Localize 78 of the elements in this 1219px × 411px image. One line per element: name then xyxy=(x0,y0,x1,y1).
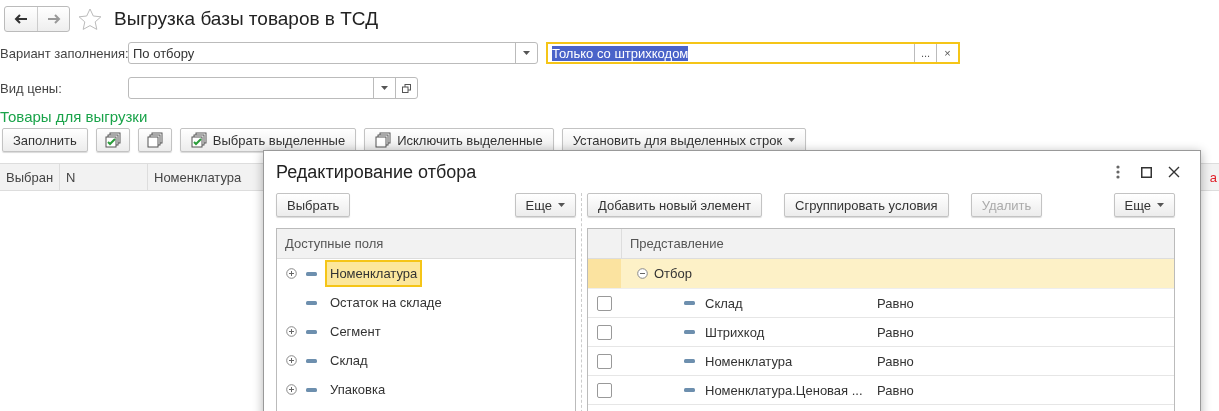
copies-icon xyxy=(375,132,392,148)
field-icon xyxy=(306,271,317,276)
more-menu-button[interactable]: Еще xyxy=(1113,193,1175,217)
dialog-button[interactable]: Сгруппировать условия xyxy=(784,193,949,217)
field-label: Вид цены: xyxy=(0,80,63,96)
toolbar-button[interactable]: Исключить выделенные xyxy=(364,128,554,152)
uncheck-all-button[interactable] xyxy=(137,128,172,152)
condition-type: Равно xyxy=(877,353,914,369)
tree-item[interactable]: Склад xyxy=(325,347,373,374)
tree-row[interactable]: Упаковка xyxy=(277,375,575,404)
filter-field[interactable]: Только со штрихкодом ... × xyxy=(546,42,960,64)
field-icon xyxy=(684,301,695,305)
group-label: Отбор xyxy=(654,266,692,281)
field-icon xyxy=(684,359,695,363)
collapse-icon[interactable] xyxy=(637,268,648,279)
field-icon xyxy=(306,329,317,334)
group-row[interactable]: Отбор xyxy=(588,259,1174,289)
check-all-button[interactable] xyxy=(95,128,130,152)
dialog-button[interactable]: Выбрать xyxy=(276,193,351,217)
star-icon[interactable] xyxy=(78,7,102,31)
toolbar-button[interactable]: Заполнить xyxy=(2,128,88,152)
forward-arrow-icon xyxy=(46,14,61,24)
tree-row[interactable]: Номенклатура xyxy=(277,259,575,288)
expand-icon[interactable] xyxy=(286,326,297,337)
field-icon xyxy=(684,388,695,392)
open-icon xyxy=(402,83,411,93)
select-button[interactable]: ... xyxy=(914,44,936,62)
clear-button[interactable]: × xyxy=(936,44,958,62)
window-title: Выгрузка базы товаров в ТСД xyxy=(114,8,378,30)
checkbox[interactable] xyxy=(597,382,612,398)
section-title: Товары для выгрузки xyxy=(0,108,149,125)
field-label: Вариант заполнения: xyxy=(0,45,128,61)
condition-field: Штрихкод xyxy=(695,324,877,340)
toolbar-button[interactable]: Установить для выделенных строк xyxy=(561,128,807,152)
more-menu-button[interactable]: Еще xyxy=(514,193,576,217)
expand-icon[interactable] xyxy=(286,268,297,279)
tree-row[interactable]: Остаток на складе xyxy=(277,288,575,317)
caret-icon xyxy=(558,203,565,207)
checkbox[interactable] xyxy=(597,295,612,311)
tree-row[interactable]: Сегмент xyxy=(277,317,575,346)
condition-field: Номенклатура xyxy=(695,353,877,369)
caret-icon xyxy=(788,138,796,142)
condition-field: Склад xyxy=(695,295,877,311)
column-header[interactable]: Выбран xyxy=(0,164,60,190)
tree-row[interactable]: Склад xyxy=(277,346,575,375)
tree-item[interactable]: Остаток на складе xyxy=(325,289,447,316)
field-icon xyxy=(306,387,317,392)
expand-icon[interactable] xyxy=(286,384,297,395)
toolbar-button[interactable]: Выбрать выделенные xyxy=(179,128,357,152)
fill-variant-field[interactable]: По отбору xyxy=(128,42,538,64)
column-header: Доступные поля xyxy=(284,235,385,253)
field-icon xyxy=(306,300,317,305)
maximize-icon xyxy=(1140,166,1152,178)
column-header[interactable]: N xyxy=(60,164,148,190)
tree-item[interactable]: Упаковка xyxy=(325,376,391,403)
checked-copies-icon xyxy=(190,132,207,148)
close-icon xyxy=(1168,166,1180,178)
condition-type: Равно xyxy=(877,382,914,398)
column-header: Представление xyxy=(629,235,725,253)
field-icon xyxy=(306,358,317,363)
field-icon xyxy=(684,330,695,334)
copies-icon xyxy=(146,132,163,148)
expand-icon[interactable] xyxy=(286,355,297,366)
dialog-button[interactable]: Добавить новый элемент xyxy=(587,193,763,217)
condition-field: Номенклатура.Ценовая ... xyxy=(695,382,877,398)
checkbox[interactable] xyxy=(597,353,612,369)
checkbox[interactable] xyxy=(597,324,612,340)
condition-type: Равно xyxy=(877,324,914,340)
caret-icon xyxy=(523,51,530,55)
tree-item[interactable]: Сегмент xyxy=(325,318,386,345)
caret-icon xyxy=(381,86,388,90)
caret-icon xyxy=(1157,203,1164,207)
tree-item[interactable]: Номенклатура xyxy=(325,260,423,287)
condition-type: Равно xyxy=(877,295,914,311)
checked-copies-icon xyxy=(104,132,121,148)
more-icon xyxy=(1116,165,1120,179)
price-type-field[interactable] xyxy=(128,77,418,99)
back-arrow-icon xyxy=(14,14,28,24)
